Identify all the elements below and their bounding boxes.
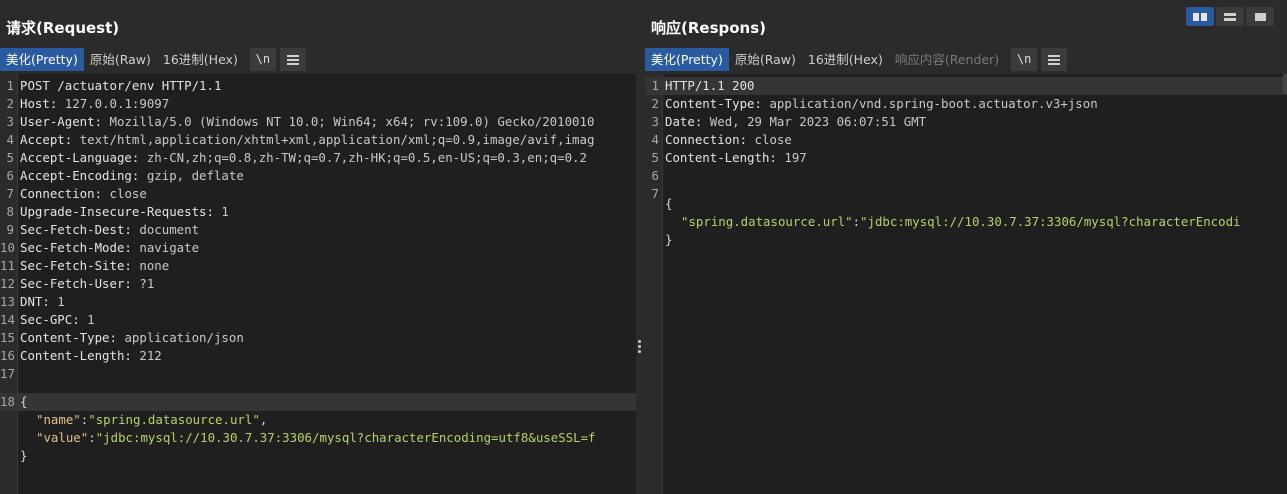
response-tab-hex[interactable]: 16进制(Hex): [802, 48, 889, 71]
response-menu-button[interactable]: [1041, 48, 1068, 71]
json-field-line: "spring.datasource.url":"jdbc:mysql://10…: [681, 214, 1241, 229]
response-newline-toggle[interactable]: \n: [1011, 48, 1038, 71]
code-line: 16 Content-Length: 212: [0, 348, 162, 363]
request-tab-raw[interactable]: 原始(Raw): [84, 48, 157, 71]
json-close-line: }: [665, 232, 673, 247]
code-line: 4 Connection: close: [651, 132, 792, 147]
json-close-line: }: [20, 448, 28, 463]
request-newline-toggle[interactable]: \n: [249, 48, 276, 71]
hamburger-icon: [286, 53, 299, 67]
split-columns-icon: [1193, 12, 1207, 21]
json-field-line: "value":"jdbc:mysql://10.30.7.37:3306/my…: [36, 430, 596, 445]
response-tab-render[interactable]: 响应内容(Render): [889, 48, 1005, 71]
code-line: 6: [651, 168, 659, 183]
request-lines: 1 POST /actuator/env HTTP/1.1 2 Host: 127.…: [0, 77, 636, 465]
code-line: 4 Accept: text/html,application/xhtml+xml…: [6, 132, 595, 147]
code-line: 15 Content-Type: application/json: [0, 330, 244, 345]
request-tabs: 美化(Pretty) 原始(Raw) 16进制(Hex) \n: [0, 48, 306, 71]
request-editor[interactable]: 1 POST /actuator/env HTTP/1.1 2 Host: 127.…: [0, 74, 636, 494]
json-field-line: "name":"spring.datasource.url",: [36, 412, 268, 427]
json-brace-line: {: [665, 196, 673, 211]
code-line: 5 Content-Length: 197: [651, 150, 807, 165]
code-line: 13 DNT: 1: [0, 294, 65, 309]
request-tab-hex[interactable]: 16进制(Hex): [157, 48, 244, 71]
request-title: 请求(Request): [6, 19, 120, 37]
pane-splitter[interactable]: [636, 0, 645, 494]
code-line: 2 Content-Type: application/vnd.spring-bo…: [651, 96, 1098, 111]
single-pane-button[interactable]: [1246, 7, 1274, 26]
response-tab-raw[interactable]: 原始(Raw): [729, 48, 802, 71]
vertical-scrollbar[interactable]: [1283, 74, 1287, 94]
code-line: 9 Sec-Fetch-Dest: document: [6, 222, 200, 237]
hamburger-icon: [1048, 53, 1061, 67]
code-line: 1 POST /actuator/env HTTP/1.1: [6, 78, 222, 93]
response-pane: 响应(Respons) 美化(Pretty) 原始(Raw) 16进制(Hex)…: [645, 0, 1287, 494]
code-line: 8 Upgrade-Insecure-Requests: 1: [6, 204, 229, 219]
code-line: 11 Sec-Fetch-Site: none: [0, 258, 170, 273]
single-pane-icon: [1254, 12, 1266, 21]
response-tab-pretty[interactable]: 美化(Pretty): [645, 48, 729, 71]
code-line: 1 HTTP/1.1 200: [645, 77, 1287, 95]
response-title: 响应(Respons): [651, 19, 767, 37]
split-rows-button[interactable]: [1216, 7, 1244, 26]
code-line: 7 Connection: close: [6, 186, 147, 201]
drag-handle-icon[interactable]: [638, 340, 642, 354]
code-line: 12 Sec-Fetch-User: ?1: [0, 276, 155, 291]
split-columns-button[interactable]: [1186, 7, 1214, 26]
request-pane: 请求(Request) 美化(Pretty) 原始(Raw) 16进制(Hex)…: [0, 0, 636, 494]
request-menu-button[interactable]: [279, 48, 306, 71]
code-line: 14 Sec-GPC: 1: [0, 312, 95, 327]
code-line: 2 Host: 127.0.0.1:9097: [6, 96, 170, 111]
json-open-line: 18{: [0, 393, 636, 411]
code-line: 3 Date: Wed, 29 Mar 2023 06:07:51 GMT: [651, 114, 927, 129]
code-line: 10 Sec-Fetch-Mode: navigate: [0, 240, 200, 255]
code-line: 5 Accept-Language: zh-CN,zh;q=0.8,zh-TW;q…: [6, 150, 587, 165]
split-rows-icon: [1224, 12, 1236, 21]
response-tabs: 美化(Pretty) 原始(Raw) 16进制(Hex) 响应内容(Render…: [645, 48, 1068, 71]
code-line: 3 User-Agent: Mozilla/5.0 (Windows NT 10.…: [6, 114, 595, 129]
request-tab-pretty[interactable]: 美化(Pretty): [0, 48, 84, 71]
code-line: 17: [0, 366, 15, 381]
response-editor[interactable]: 1 HTTP/1.1 200 2 Content-Type: application…: [645, 74, 1287, 494]
layout-switcher: [1186, 7, 1274, 26]
response-lines: 1 HTTP/1.1 200 2 Content-Type: application…: [645, 77, 1287, 249]
code-line: 6 Accept-Encoding: gzip, deflate: [6, 168, 244, 183]
